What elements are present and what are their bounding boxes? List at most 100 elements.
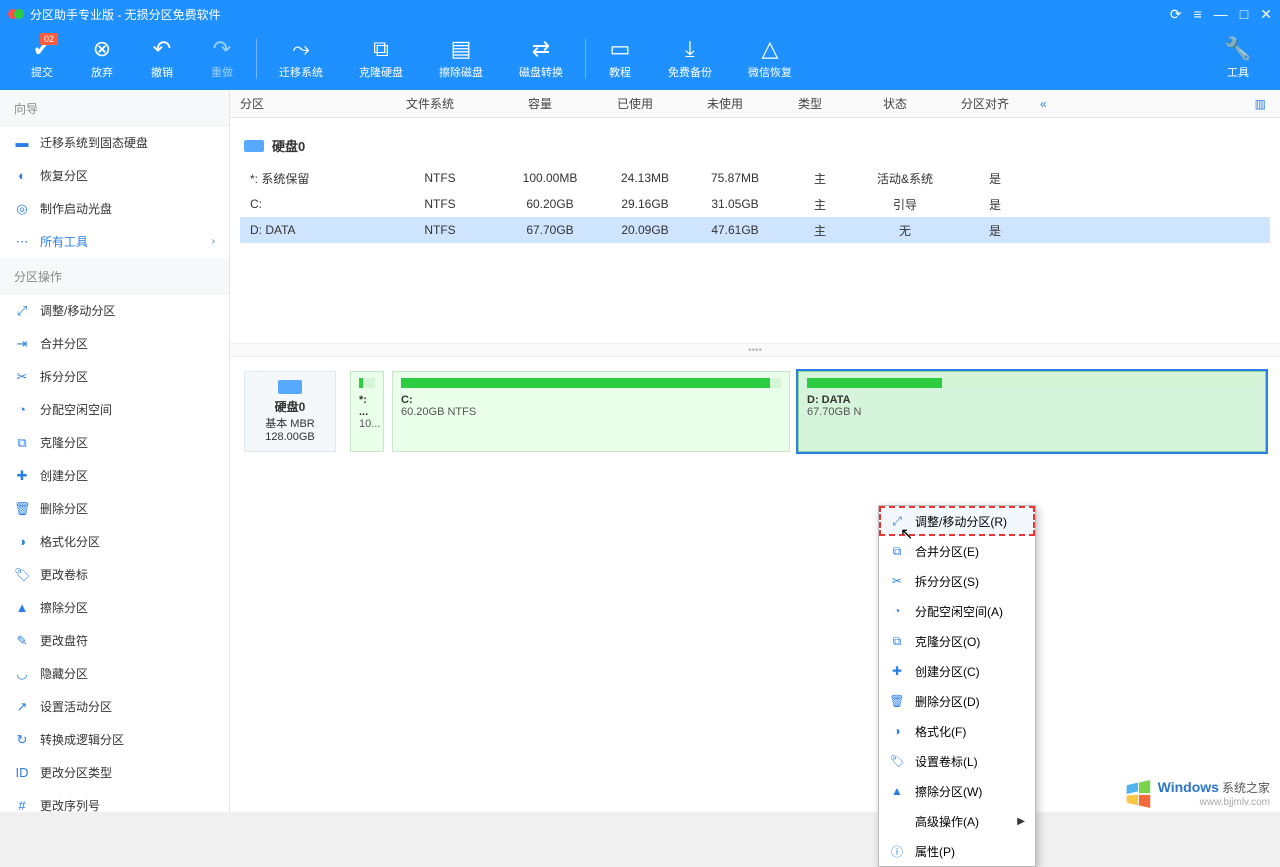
- wizard-recover-partition[interactable]: ◐恢复分区: [0, 159, 229, 192]
- tag-icon: 🏷: [14, 567, 30, 583]
- tools-button[interactable]: 🔧工具: [1208, 31, 1268, 87]
- op-convert-logical[interactable]: ↻转换成逻辑分区: [0, 723, 229, 756]
- app-logo-icon: [8, 6, 24, 22]
- book-icon: ▭: [610, 38, 631, 60]
- ctx-clone[interactable]: ⧉克隆分区(O): [879, 626, 1035, 656]
- minimize-button[interactable]: —: [1214, 6, 1228, 23]
- more-icon: ⋯: [14, 234, 30, 250]
- disk-icon: [278, 380, 302, 394]
- free-backup-button[interactable]: ⤓免费备份: [650, 31, 730, 87]
- table-row-selected[interactable]: D: DATA NTFS 67.70GB 20.09GB 47.61GB 主 无…: [240, 217, 1270, 243]
- create-icon: ✚: [889, 664, 905, 678]
- col-align[interactable]: 分区对齐: [940, 95, 1030, 112]
- wechat-recover-button[interactable]: △微信恢复: [730, 31, 810, 87]
- op-change-type[interactable]: ID更改分区类型: [0, 756, 229, 789]
- op-merge[interactable]: ⇥合并分区: [0, 327, 229, 360]
- submit-badge: 02: [40, 33, 58, 45]
- ctx-resize-move[interactable]: ⤢调整/移动分区(R): [879, 506, 1035, 536]
- op-clone[interactable]: ⧉克隆分区: [0, 426, 229, 459]
- toolbar-separator: [256, 39, 257, 79]
- disk-size: 128.00GB: [265, 431, 315, 443]
- table-row[interactable]: *: 系统保留 NTFS 100.00MB 24.13MB 75.87MB 主 …: [240, 165, 1270, 191]
- op-change-serial[interactable]: #更改序列号: [0, 789, 229, 812]
- col-status[interactable]: 状态: [850, 95, 940, 112]
- usage-bar: [359, 378, 375, 388]
- toolbar-separator: [585, 39, 586, 79]
- content-area: 分区 文件系统 容量 已使用 未使用 类型 状态 分区对齐 « ▥ 硬盘0 *:…: [230, 90, 1280, 812]
- wizard-make-bootdisc[interactable]: ◎制作启动光盘: [0, 192, 229, 225]
- col-used[interactable]: 已使用: [590, 95, 680, 112]
- discard-icon: ⊗: [93, 38, 111, 60]
- op-set-active[interactable]: ↗设置活动分区: [0, 690, 229, 723]
- undo-button[interactable]: ↶撤销: [132, 31, 192, 87]
- ctx-format[interactable]: ◑格式化(F): [879, 716, 1035, 746]
- op-allocate-free[interactable]: ◔分配空闲空间: [0, 393, 229, 426]
- col-free[interactable]: 未使用: [680, 95, 770, 112]
- submit-button[interactable]: 02 ✔ 提交: [12, 31, 72, 87]
- disk-header[interactable]: 硬盘0: [240, 128, 1270, 165]
- disk-icon: [244, 140, 264, 152]
- wizard-header: 向导: [0, 90, 229, 126]
- clone-disk-button[interactable]: ⧉克隆硬盘: [341, 31, 421, 87]
- disk-icon: ▬: [14, 135, 30, 150]
- migrate-os-button[interactable]: ⤳迁移系统: [261, 31, 341, 87]
- col-partition[interactable]: 分区: [230, 95, 370, 112]
- watermark: Windows 系统之家 www.bjjmlv.com: [1124, 779, 1270, 808]
- splitter-handle[interactable]: ••••: [230, 343, 1280, 357]
- maximize-button[interactable]: □: [1240, 6, 1248, 23]
- id-icon: ID: [14, 765, 30, 780]
- close-button[interactable]: ✕: [1260, 6, 1272, 23]
- usage-bar: [807, 378, 1257, 388]
- op-change-label[interactable]: 🏷更改卷标: [0, 558, 229, 591]
- delete-icon: 🗑: [889, 694, 905, 708]
- col-size[interactable]: 容量: [490, 95, 590, 112]
- backup-icon: ⤓: [685, 38, 695, 60]
- partition-table-header: 分区 文件系统 容量 已使用 未使用 类型 状态 分区对齐 « ▥: [230, 90, 1280, 118]
- op-change-letter[interactable]: ✎更改盘符: [0, 624, 229, 657]
- op-resize-move[interactable]: ⤢调整/移动分区: [0, 294, 229, 327]
- allocate-icon: ◔: [14, 402, 30, 417]
- redo-button[interactable]: ↷重做: [192, 31, 252, 87]
- disk-type: 基本 MBR: [265, 418, 315, 430]
- context-menu: ⤢调整/移动分区(R) ⧉合并分区(E) ✂拆分分区(S) ◔分配空闲空间(A)…: [878, 505, 1036, 867]
- refresh-icon[interactable]: ⟳: [1170, 6, 1182, 23]
- window-controls: ⟳ ≡ — □ ✕: [1170, 6, 1272, 23]
- col-type[interactable]: 类型: [770, 95, 850, 112]
- ctx-create[interactable]: ✚创建分区(C): [879, 656, 1035, 686]
- ctx-set-label[interactable]: 🏷设置卷标(L): [879, 746, 1035, 776]
- op-wipe[interactable]: ▲擦除分区: [0, 591, 229, 624]
- ctx-split[interactable]: ✂拆分分区(S): [879, 566, 1035, 596]
- all-tools-button[interactable]: ⋯所有工具›: [0, 225, 229, 258]
- op-create[interactable]: ✚创建分区: [0, 459, 229, 492]
- partition-strip: *: ... 10... C: 60.20GB NTFS D: DATA 67.…: [350, 371, 1266, 452]
- collapse-columns-button[interactable]: «: [1040, 97, 1047, 111]
- wipe-disk-button[interactable]: ▤擦除磁盘: [421, 31, 501, 87]
- ctx-properties[interactable]: ⓘ属性(P): [879, 836, 1035, 866]
- ctx-advanced[interactable]: 高级操作(A)▶: [879, 806, 1035, 836]
- ctx-merge[interactable]: ⧉合并分区(E): [879, 536, 1035, 566]
- windows-logo-icon: [1124, 780, 1152, 808]
- tutorial-button[interactable]: ▭教程: [590, 31, 650, 87]
- partition-block-d-selected[interactable]: D: DATA 67.70GB N: [798, 371, 1266, 452]
- clone-icon: ⧉: [889, 634, 905, 649]
- partition-block-reserved[interactable]: *: ... 10...: [350, 371, 384, 452]
- op-format[interactable]: ◑格式化分区: [0, 525, 229, 558]
- convert-disk-button[interactable]: ⇄磁盘转换: [501, 31, 581, 87]
- menu-icon[interactable]: ≡: [1194, 6, 1202, 23]
- format-icon: ◑: [889, 724, 905, 738]
- ctx-wipe[interactable]: ▲擦除分区(W): [879, 776, 1035, 806]
- table-row[interactable]: C: NTFS 60.20GB 29.16GB 31.05GB 主 引导 是: [240, 191, 1270, 217]
- op-hide[interactable]: ◡隐藏分区: [0, 657, 229, 690]
- delete-icon: 🗑: [14, 501, 30, 517]
- partition-block-c[interactable]: C: 60.20GB NTFS: [392, 371, 790, 452]
- discard-button[interactable]: ⊗放弃: [72, 31, 132, 87]
- disk-info-block[interactable]: 硬盘0 基本 MBR 128.00GB: [244, 371, 336, 452]
- ctx-delete[interactable]: 🗑删除分区(D): [879, 686, 1035, 716]
- col-fs[interactable]: 文件系统: [370, 95, 490, 112]
- view-toggle-button[interactable]: ▥: [1255, 97, 1266, 111]
- op-split[interactable]: ✂拆分分区: [0, 360, 229, 393]
- op-delete[interactable]: 🗑删除分区: [0, 492, 229, 525]
- resize-icon: ⤢: [889, 514, 905, 529]
- ctx-allocate[interactable]: ◔分配空闲空间(A): [879, 596, 1035, 626]
- wizard-migrate-ssd[interactable]: ▬迁移系统到固态硬盘: [0, 126, 229, 159]
